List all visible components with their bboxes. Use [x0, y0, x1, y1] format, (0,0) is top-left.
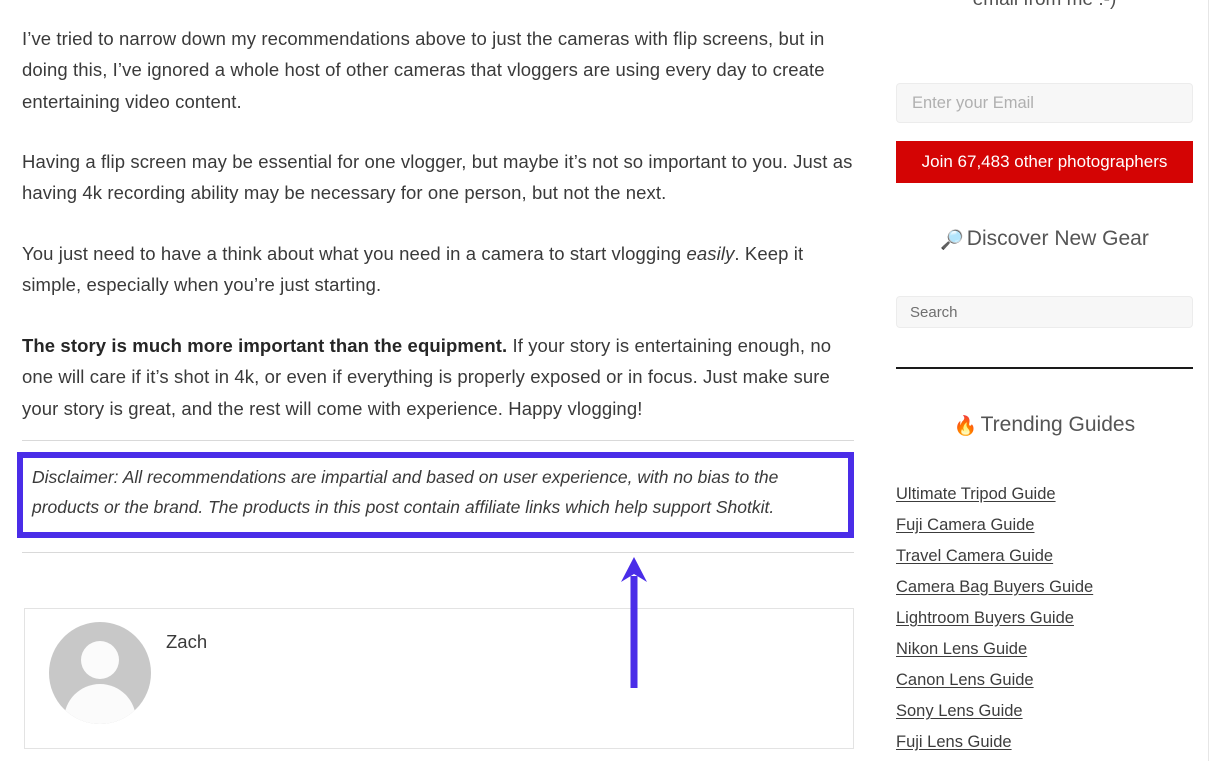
page-root: I’ve tried to narrow down my recommendat… — [0, 0, 1218, 761]
sidebar-divider — [896, 367, 1193, 369]
trending-heading-label: Trending Guides — [980, 413, 1136, 436]
discover-new-gear-heading: 🔎 Discover New Gear — [896, 227, 1193, 252]
disclaimer-text: Disclaimer: All recommendations are impa… — [32, 467, 779, 517]
trending-guide-link[interactable]: Fuji Lens Guide — [896, 727, 1193, 758]
divider-below-disclaimer — [22, 552, 854, 553]
paragraph-3-part-a: You just need to have a think about what… — [22, 242, 687, 264]
avatar-head-shape — [81, 641, 119, 679]
author-name[interactable]: Zach — [166, 631, 207, 653]
magnifier-icon: 🔎 — [940, 230, 964, 251]
trending-guide-link[interactable]: Sony Lens Guide — [896, 696, 1193, 727]
trending-guide-link[interactable]: Lightroom Buyers Guide — [896, 603, 1193, 634]
trending-guide-link[interactable]: Ultimate Tripod Guide — [896, 479, 1193, 510]
paragraph-1: I’ve tried to narrow down my recommendat… — [22, 27, 825, 112]
sidebar-right-border — [1208, 0, 1209, 761]
join-newsletter-button[interactable]: Join 67,483 other photographers — [896, 141, 1193, 183]
divider-above-disclaimer — [22, 440, 854, 441]
paragraph-2: Having a flip screen may be essential fo… — [22, 150, 853, 204]
avatar-body-shape — [64, 684, 136, 724]
trending-guides-list: Ultimate Tripod Guide Fuji Camera Guide Tr… — [896, 479, 1193, 758]
trending-guide-link[interactable]: Nikon Lens Guide — [896, 634, 1193, 665]
author-box: Zach — [24, 608, 854, 749]
trending-guide-link[interactable]: Fuji Camera Guide — [896, 510, 1193, 541]
disclaimer-box: Disclaimer: All recommendations are impa… — [17, 452, 854, 538]
paragraph-3-emphasis: easily — [686, 242, 735, 264]
email-field[interactable] — [896, 83, 1193, 123]
trending-guides-heading: 🔥 Trending Guides — [896, 413, 1193, 438]
avatar — [49, 622, 151, 724]
paragraph-3: You just need to have a think about what… — [22, 238, 854, 301]
trending-guide-link[interactable]: Camera Bag Buyers Guide — [896, 572, 1193, 603]
paragraph-4-lead: The story is much more important than th… — [22, 334, 508, 356]
paragraph-4: The story is much more important than th… — [22, 330, 854, 425]
optin-description: email from me :-) — [896, 0, 1193, 14]
discover-heading-label: Discover New Gear — [966, 227, 1149, 250]
trending-guide-link[interactable]: Canon Lens Guide — [896, 665, 1193, 696]
search-input[interactable] — [896, 296, 1193, 328]
fire-icon: 🔥 — [953, 416, 978, 437]
article-content: I’ve tried to narrow down my recommendat… — [0, 0, 877, 761]
trending-guide-link[interactable]: Travel Camera Guide — [896, 541, 1193, 572]
